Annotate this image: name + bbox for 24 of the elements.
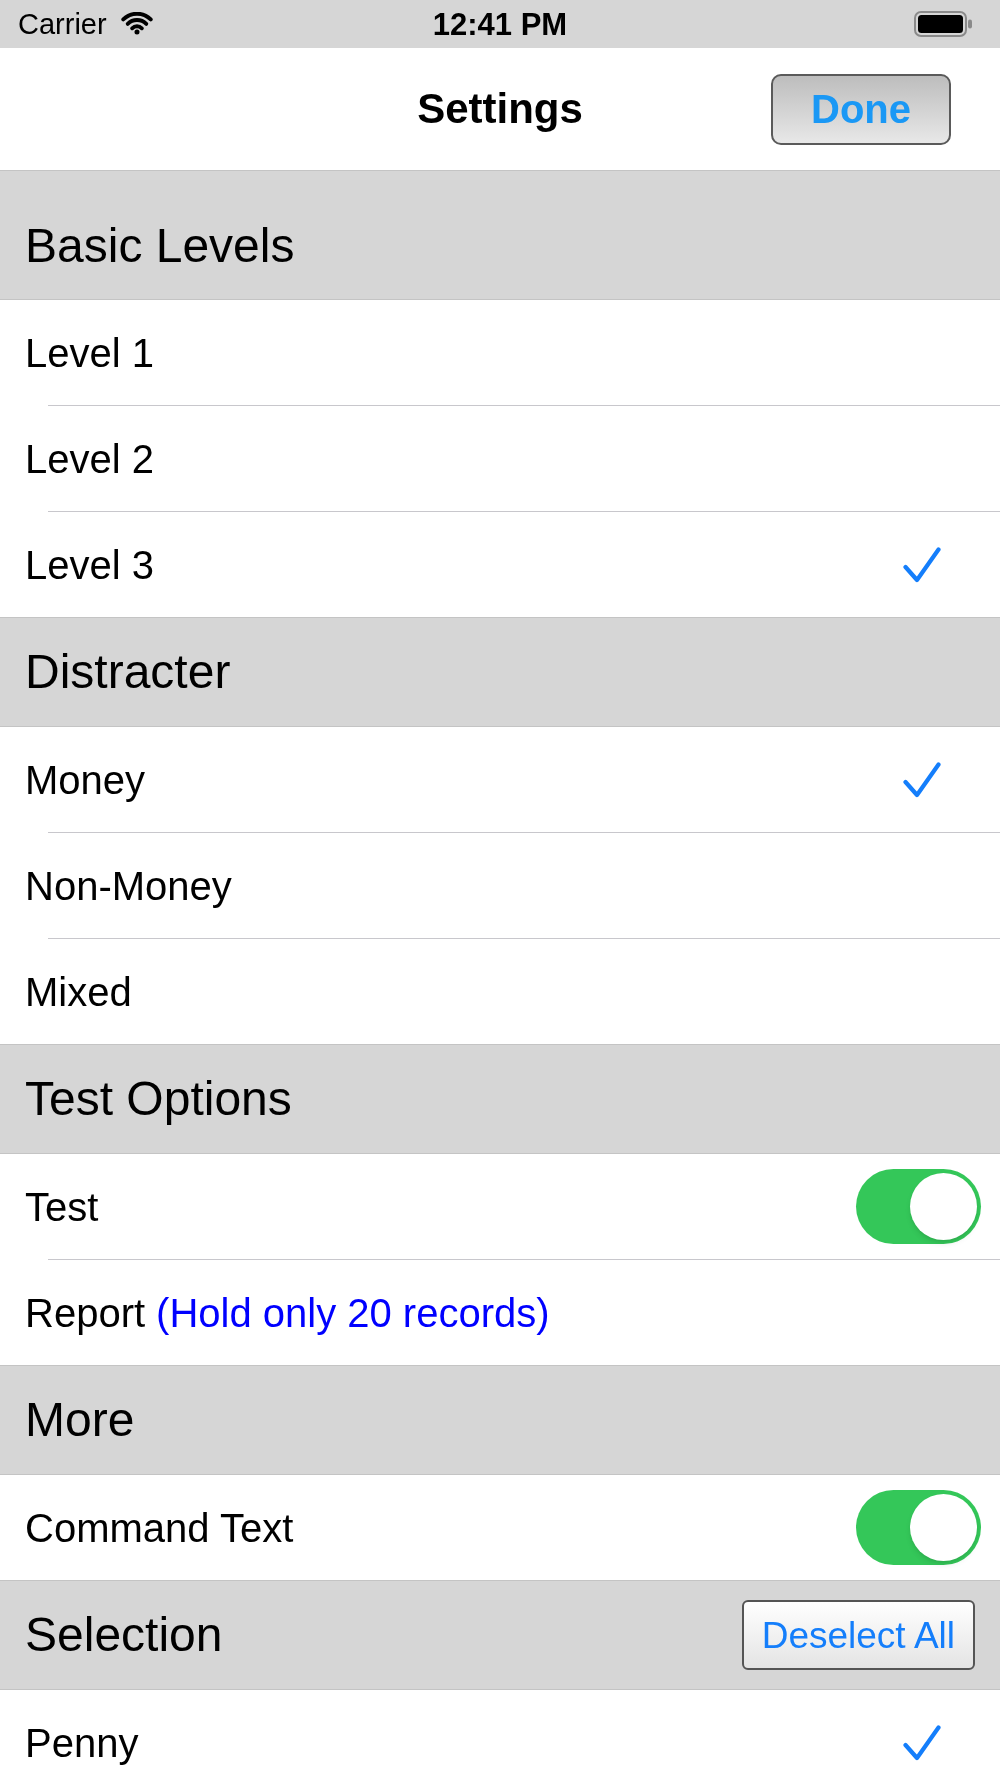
status-time: 12:41 PM: [432, 8, 568, 40]
option-row[interactable]: Penny: [0, 1690, 1000, 1778]
wifi-icon: [120, 12, 153, 36]
option-row[interactable]: Non-Money: [0, 833, 1000, 938]
option-row[interactable]: Level 1: [0, 300, 1000, 405]
nav-title: Settings: [417, 88, 583, 130]
checkmark-icon: [903, 546, 941, 583]
row-label: Report: [25, 1292, 146, 1333]
checkmark-icon: [903, 761, 941, 798]
carrier-name: Carrier: [18, 9, 107, 39]
section-title: Selection: [25, 1611, 223, 1659]
section-title: Distracter: [25, 648, 231, 696]
section-title: Test Options: [25, 1075, 292, 1123]
option-row[interactable]: Mixed: [0, 939, 1000, 1044]
option-row[interactable]: Level 2: [0, 406, 1000, 511]
row-note: (Hold only 20 records): [156, 1292, 550, 1333]
option-row[interactable]: Level 3: [0, 512, 1000, 617]
section-title: More: [25, 1396, 135, 1444]
checkmark-icon: [903, 1724, 941, 1761]
battery-icon: [914, 11, 972, 37]
row-label: Test: [25, 1186, 99, 1227]
option-row[interactable]: Money: [0, 727, 1000, 832]
section-title: Basic Levels: [25, 222, 295, 270]
row-label: Command Text: [25, 1507, 294, 1548]
